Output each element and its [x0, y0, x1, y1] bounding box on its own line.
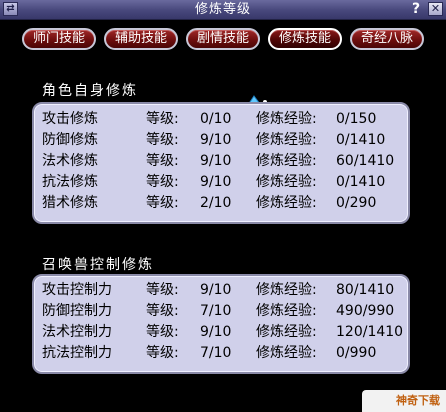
tab-story-skills[interactable]: 剧情技能 — [186, 28, 260, 50]
exp-label: 修炼经验: — [256, 195, 317, 211]
level-label: 等级: — [146, 282, 179, 298]
level-label: 等级: — [146, 132, 179, 148]
self-cultivation-title: 角色自身修炼 — [42, 83, 138, 99]
level-label: 等级: — [146, 303, 179, 319]
self-cultivation-panel: 攻击修炼 等级: 0/10 修炼经验: 0/150 防御修炼 等级: 9/10 … — [32, 102, 410, 224]
level-label: 等级: — [146, 153, 179, 169]
exp-label: 修炼经验: — [256, 345, 317, 361]
level-value: 7/10 — [200, 303, 232, 319]
cultivation-name: 猎术修炼 — [42, 195, 98, 211]
level-label: 等级: — [146, 195, 179, 211]
tab-meridian-skills[interactable]: 奇经八脉 — [350, 28, 424, 50]
exp-value: 0/1410 — [336, 174, 386, 190]
level-value: 7/10 — [200, 345, 232, 361]
level-value: 0/10 — [200, 111, 232, 127]
table-row: 法术修炼 等级: 9/10 修炼经验: 60/1410 — [34, 151, 408, 171]
tab-support-skills[interactable]: 辅助技能 — [104, 28, 178, 50]
exp-value: 120/1410 — [336, 324, 404, 340]
cultivation-level-window: ⇄ 修炼等级 ? ✕ 师门技能 辅助技能 剧情技能 修炼技能 奇经八脉 角色自身… — [0, 0, 446, 412]
exp-label: 修炼经验: — [256, 303, 317, 319]
site-watermark: 神奇下载 — [362, 390, 446, 412]
help-button[interactable]: ? — [408, 1, 424, 17]
cultivation-name: 防御控制力 — [42, 303, 112, 319]
table-row: 抗法修炼 等级: 9/10 修炼经验: 0/1410 — [34, 172, 408, 192]
level-value: 9/10 — [200, 282, 232, 298]
cultivation-name: 法术控制力 — [42, 324, 112, 340]
tab-sect-skills[interactable]: 师门技能 — [22, 28, 96, 50]
level-label: 等级: — [146, 174, 179, 190]
pet-cultivation-panel: 攻击控制力 等级: 9/10 修炼经验: 80/1410 防御控制力 等级: 7… — [32, 274, 410, 374]
cultivation-name: 防御修炼 — [42, 132, 98, 148]
cultivation-name: 抗法控制力 — [42, 345, 112, 361]
exp-label: 修炼经验: — [256, 111, 317, 127]
level-value: 9/10 — [200, 324, 232, 340]
cultivation-name: 攻击修炼 — [42, 111, 98, 127]
exp-label: 修炼经验: — [256, 282, 317, 298]
exp-value: 0/1410 — [336, 132, 386, 148]
level-label: 等级: — [146, 345, 179, 361]
cultivation-name: 抗法修炼 — [42, 174, 98, 190]
cultivation-name: 法术修炼 — [42, 153, 98, 169]
table-row: 攻击控制力 等级: 9/10 修炼经验: 80/1410 — [34, 280, 408, 300]
close-button[interactable]: ✕ — [428, 2, 443, 16]
exp-label: 修炼经验: — [256, 324, 317, 340]
exp-value: 0/290 — [336, 195, 377, 211]
exp-value: 490/990 — [336, 303, 395, 319]
level-value: 9/10 — [200, 174, 232, 190]
level-value: 2/10 — [200, 195, 232, 211]
table-row: 猎术修炼 等级: 2/10 修炼经验: 0/290 — [34, 193, 408, 213]
exp-value: 60/1410 — [336, 153, 395, 169]
cultivation-name: 攻击控制力 — [42, 282, 112, 298]
level-value: 9/10 — [200, 153, 232, 169]
exp-value: 80/1410 — [336, 282, 395, 298]
exp-value: 0/990 — [336, 345, 377, 361]
table-row: 防御控制力 等级: 7/10 修炼经验: 490/990 — [34, 301, 408, 321]
exp-label: 修炼经验: — [256, 132, 317, 148]
tab-cultivation-skills[interactable]: 修炼技能 — [268, 28, 342, 50]
table-row: 法术控制力 等级: 9/10 修炼经验: 120/1410 — [34, 322, 408, 342]
level-label: 等级: — [146, 324, 179, 340]
skill-tabs: 师门技能 辅助技能 剧情技能 修炼技能 奇经八脉 — [0, 28, 446, 52]
table-row: 抗法控制力 等级: 7/10 修炼经验: 0/990 — [34, 343, 408, 363]
title-bar[interactable]: ⇄ 修炼等级 ? ✕ — [0, 0, 446, 20]
level-value: 9/10 — [200, 132, 232, 148]
exp-value: 0/150 — [336, 111, 377, 127]
pet-cultivation-title: 召唤兽控制修炼 — [42, 257, 154, 273]
table-row: 防御修炼 等级: 9/10 修炼经验: 0/1410 — [34, 130, 408, 150]
window-title: 修炼等级 — [194, 2, 251, 17]
exp-label: 修炼经验: — [256, 153, 317, 169]
level-label: 等级: — [146, 111, 179, 127]
table-row: 攻击修炼 等级: 0/10 修炼经验: 0/150 — [34, 109, 408, 129]
exp-label: 修炼经验: — [256, 174, 317, 190]
